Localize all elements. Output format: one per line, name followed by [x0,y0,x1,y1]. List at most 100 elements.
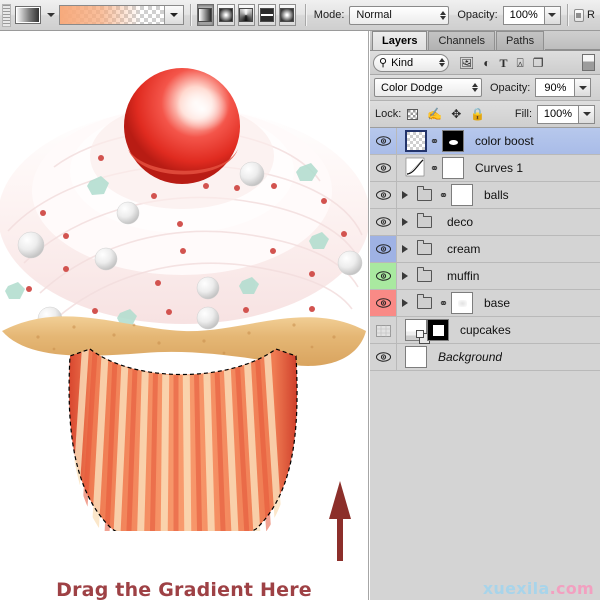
stepper-icon[interactable] [472,83,478,92]
group-expand-arrow-icon[interactable] [402,245,414,253]
layer-row-muffin[interactable]: muffin [370,263,600,290]
lock-position-icon[interactable]: ✥ [451,107,461,121]
layer-name[interactable]: Background [438,350,502,364]
layer-row-cream[interactable]: cream [370,236,600,263]
layer-opacity-input[interactable]: 90% [535,78,576,97]
gradient-picker-dropdown-button[interactable] [163,6,183,24]
layer-visibility-toggle[interactable] [370,263,397,289]
layer-row-balls[interactable]: ⚭ balls [370,182,600,209]
mask-link-icon[interactable]: ⚭ [430,162,439,175]
mask-link-icon[interactable]: ⚭ [439,189,448,202]
eye-icon[interactable] [375,217,391,227]
layer-row-base[interactable]: ⚭ base [370,290,600,317]
pixel-filter-icon[interactable]: 🖼 [459,57,474,69]
layer-thumbnail[interactable] [405,319,430,344]
smart-object-filter-icon[interactable]: ❐ [533,57,544,69]
layer-visibility-toggle[interactable] [370,344,397,370]
angle-gradient-button[interactable] [237,4,256,26]
eye-icon[interactable] [375,136,391,146]
layer-visibility-toggle[interactable] [370,209,397,235]
adjustment-filter-icon[interactable]: ◐ [483,57,490,69]
document-canvas[interactable]: Drag the Gradient Here [0,31,369,600]
type-filter-icon[interactable]: T [499,57,507,69]
layer-name[interactable]: muffin [447,269,479,283]
shape-filter-icon[interactable]: ⍓ [517,57,524,69]
curves-adjustment-icon[interactable] [405,157,427,179]
fill-label: Fill: [514,108,532,120]
toolbar-drag-grip[interactable] [2,3,11,27]
layer-row-curves-1[interactable]: ⚭ Curves 1 [370,155,600,182]
filter-toggle-icon[interactable] [582,54,595,71]
eye-icon[interactable] [375,271,391,281]
opacity-dropdown-button[interactable] [544,5,561,25]
layer-visibility-toggle[interactable] [370,182,397,208]
radial-gradient-button[interactable] [217,4,235,26]
gradient-swatch-preview[interactable] [14,6,41,24]
layer-thumbnail[interactable] [405,130,427,152]
chevron-down-icon[interactable] [46,13,55,17]
group-expand-arrow-icon[interactable] [402,191,414,199]
layer-name[interactable]: deco [447,215,473,229]
eye-icon[interactable] [375,352,391,362]
layer-row-background[interactable]: Background [370,344,600,371]
layer-row-color-boost[interactable]: ⚭ color boost [370,128,600,155]
eye-icon[interactable] [375,298,391,308]
layer-visibility-toggle[interactable] [370,128,397,154]
blend-mode-select[interactable]: Normal [349,5,450,25]
tab-paths[interactable]: Paths [495,31,545,50]
eye-hidden-icon[interactable] [375,325,391,337]
eye-icon[interactable] [375,190,391,200]
layer-thumbnail[interactable] [405,346,427,368]
mask-link-icon[interactable]: ⚭ [430,135,439,148]
group-expand-arrow-icon[interactable] [402,272,414,280]
lock-transparent-pixels-icon[interactable] [407,108,419,120]
layer-visibility-toggle[interactable] [370,236,397,262]
gradient-preset-picker[interactable] [58,5,184,25]
layer-mask-thumbnail[interactable] [451,292,473,314]
stepper-icon[interactable] [440,10,447,20]
layer-name[interactable]: cream [447,242,480,256]
layer-row-cupcakes[interactable]: cupcakes [370,317,600,344]
eye-icon[interactable] [375,163,391,173]
layer-opacity-label: Opacity: [490,81,531,94]
mask-link-icon[interactable]: ⚭ [439,297,448,310]
layer-visibility-toggle[interactable] [370,155,397,181]
layer-name[interactable]: color boost [475,134,534,148]
stepper-icon[interactable] [439,58,445,67]
layer-name[interactable]: Curves 1 [475,161,523,175]
layer-mask-thumbnail[interactable] [442,157,464,179]
tab-layers[interactable]: Layers [372,31,428,50]
layer-mask-thumbnail[interactable] [427,319,449,341]
layer-row-deco[interactable]: deco [370,209,600,236]
group-expand-arrow-icon[interactable] [402,299,414,307]
layer-visibility-toggle[interactable] [370,290,397,316]
layer-mask-thumbnail[interactable] [451,184,473,206]
linear-gradient-button[interactable] [196,4,215,26]
layer-name[interactable]: base [484,296,510,310]
layer-name[interactable]: balls [484,188,509,202]
layer-blend-mode-select[interactable]: Color Dodge [374,78,482,97]
fill-dropdown-button[interactable] [579,104,595,124]
lock-all-icon[interactable]: 🔒 [470,107,485,121]
blend-and-opacity-row: Color Dodge Opacity: 90% [370,75,600,101]
watermark-site: xuexila [482,579,550,598]
layer-filter-row: ⚲ Kind 🖼 ◐ T ⍓ ❐ [370,51,600,75]
layers-panel-empty-area [370,371,600,600]
fill-input[interactable]: 100% [537,104,579,124]
opacity-control[interactable]: 100% [502,5,561,25]
layer-mask-thumbnail[interactable] [442,130,464,152]
eye-icon[interactable] [375,244,391,254]
diamond-gradient-button[interactable] [278,4,297,26]
layer-opacity-control[interactable]: 90% [535,78,592,97]
opacity-input[interactable]: 100% [502,5,545,25]
reverse-checkbox[interactable] [573,8,584,22]
group-expand-arrow-icon[interactable] [402,218,414,226]
tab-channels[interactable]: Channels [428,31,495,50]
layer-visibility-toggle[interactable] [370,317,397,343]
layer-opacity-dropdown-button[interactable] [575,78,592,97]
layer-name[interactable]: cupcakes [460,323,511,337]
reflected-gradient-button[interactable] [258,4,276,26]
fill-control[interactable]: 100% [537,104,595,124]
filter-kind-select[interactable]: ⚲ Kind [373,53,449,72]
lock-image-pixels-icon[interactable]: ✍ [427,107,442,121]
